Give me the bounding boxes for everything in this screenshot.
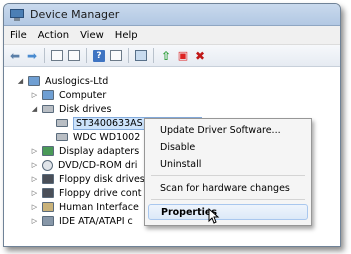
device-manager-icon	[10, 8, 24, 21]
expand-arrow-icon[interactable]: ▷	[30, 91, 39, 99]
tree-item-label: Display adapters	[59, 145, 140, 157]
collapse-arrow-icon[interactable]: ◢	[30, 105, 39, 113]
expand-arrow-icon[interactable]: ▷	[30, 217, 39, 225]
menu-action[interactable]: Action	[38, 30, 69, 41]
tree-item-dvd[interactable]: ▷ DVD/CD-ROM dri	[30, 158, 137, 172]
tree-root[interactable]: ◢ Auslogics-Ltd	[16, 74, 108, 88]
tree-item-label: Floppy drive cont	[59, 187, 142, 199]
update-driver-icon[interactable]: ⇧	[159, 49, 173, 63]
menu-bar: File Action View Help	[4, 26, 340, 45]
toolbar-separator	[86, 48, 87, 63]
menu-item-properties[interactable]: Properties	[148, 204, 308, 220]
menu-item-update-driver[interactable]: Update Driver Software...	[148, 122, 308, 138]
hid-icon	[42, 202, 54, 212]
expand-arrow-icon[interactable]: ▷	[30, 189, 39, 197]
floppy-disk-icon	[42, 174, 54, 184]
tree-item-ide[interactable]: ▷ IDE ATA/ATAPI c	[30, 214, 133, 228]
tree-item-wdc[interactable]: WDC WD1002	[44, 130, 140, 144]
tree-root-label: Auslogics-Ltd	[45, 75, 109, 87]
tree-item-floppy-controller[interactable]: ▷ Floppy drive cont	[30, 186, 142, 200]
dvd-icon	[42, 159, 53, 171]
forward-arrow-icon[interactable]: ➡	[25, 49, 39, 63]
tree-item-label: WDC WD1002	[73, 131, 141, 143]
floppy-controller-icon	[42, 188, 54, 198]
tree-item-display-adapters[interactable]: ▷ Display adapters	[30, 144, 139, 158]
tree-item-label: Floppy disk drives	[59, 173, 145, 185]
tree-item-computer[interactable]: ▷ Computer	[30, 88, 106, 102]
properties-icon[interactable]	[67, 49, 81, 63]
tree-item-label: IDE ATA/ATAPI c	[59, 215, 133, 227]
show-hide-tree-icon[interactable]	[50, 49, 64, 63]
menu-item-scan-hardware[interactable]: Scan for hardware changes	[148, 180, 308, 196]
expand-arrow-icon[interactable]: ▷	[30, 203, 39, 211]
window-title: Device Manager	[30, 8, 120, 21]
scan-hardware-icon[interactable]	[134, 49, 148, 63]
tree-item-label: Computer	[59, 89, 107, 101]
menu-file[interactable]: File	[10, 30, 27, 41]
expand-arrow-icon[interactable]: ▷	[30, 175, 39, 183]
disk-drive-icon	[56, 133, 68, 141]
tree-item-human-interface[interactable]: ▷ Human Interface	[30, 200, 139, 214]
tree-item-label: Disk drives	[59, 103, 112, 115]
tree-item-label: Human Interface	[59, 201, 139, 213]
collapse-arrow-icon[interactable]: ◢	[16, 77, 25, 85]
menu-separator	[151, 199, 305, 200]
toolbar-separator	[128, 48, 129, 63]
ide-controller-icon	[42, 216, 54, 226]
toolbar-separator	[44, 48, 45, 63]
computer-icon	[42, 90, 54, 100]
expand-arrow-icon[interactable]: ▷	[30, 147, 39, 155]
title-bar[interactable]: Device Manager	[4, 4, 340, 26]
menu-help[interactable]: Help	[115, 30, 138, 41]
display-adapter-icon	[42, 146, 54, 156]
tree-item-floppy-disk[interactable]: ▷ Floppy disk drives	[30, 172, 145, 186]
menu-item-disable[interactable]: Disable	[148, 139, 308, 155]
toolbar: ⬅ ➡ ? ⇧ ▣ ✖	[4, 45, 340, 67]
tree-item-disk-drives[interactable]: ◢ Disk drives	[30, 102, 112, 116]
toolbar-separator	[153, 48, 154, 63]
expand-arrow-icon[interactable]: ▷	[30, 161, 39, 169]
menu-item-uninstall[interactable]: Uninstall	[148, 156, 308, 172]
tree-item-label: DVD/CD-ROM dri	[58, 159, 138, 171]
disk-drive-icon	[42, 105, 54, 113]
disable-device-icon[interactable]: ▣	[176, 49, 190, 63]
computer-icon	[28, 76, 40, 86]
menu-view[interactable]: View	[80, 30, 104, 41]
back-arrow-icon[interactable]: ⬅	[8, 49, 22, 63]
disk-drive-icon	[56, 119, 68, 127]
view-icon[interactable]	[109, 49, 123, 63]
uninstall-device-icon[interactable]: ✖	[193, 49, 207, 63]
help-icon[interactable]: ?	[92, 49, 106, 63]
menu-separator	[151, 175, 305, 176]
mouse-pointer-icon	[208, 208, 220, 224]
context-menu: Update Driver Software... Disable Uninst…	[144, 118, 312, 226]
